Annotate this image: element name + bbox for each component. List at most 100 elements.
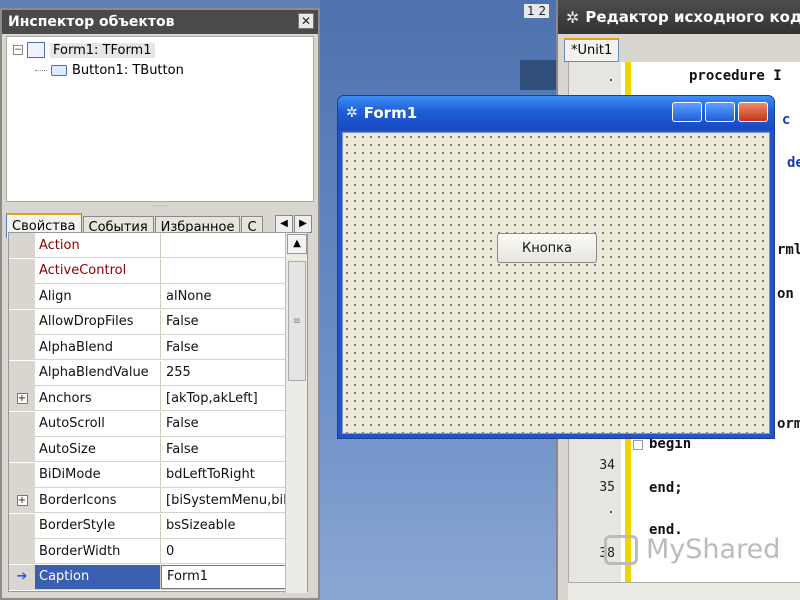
property-value[interactable]: False: [161, 437, 287, 461]
property-row[interactable]: AutoSize False: [9, 437, 287, 462]
code-line: on: [777, 286, 794, 302]
property-row[interactable]: BorderWidth 0: [9, 539, 287, 564]
tree-item-form1[interactable]: − Form1: TForm1: [13, 41, 155, 59]
button1[interactable]: Кнопка: [497, 233, 597, 263]
property-value[interactable]: False: [161, 412, 287, 436]
expand-icon[interactable]: +: [16, 494, 28, 506]
line-number: 34: [599, 458, 615, 473]
property-name: AlphaBlend: [35, 335, 161, 359]
watermark-logo-icon: [604, 534, 638, 565]
scroll-thumb[interactable]: ≡: [288, 261, 306, 381]
row-gutter: [9, 411, 35, 436]
row-gutter: +: [9, 386, 35, 410]
editor-titlebar[interactable]: ✲ Редактор исходного кода: [558, 0, 800, 34]
property-row[interactable]: Align alNone: [9, 284, 287, 309]
form-logo-icon: ✲: [346, 105, 358, 121]
fold-icon[interactable]: [633, 440, 643, 450]
tab-scroll-arrows: ◀ ▶: [274, 215, 312, 233]
code-line: orm: [777, 416, 800, 432]
editor-title: Редактор исходного кода: [585, 8, 800, 26]
property-value[interactable]: 255: [161, 361, 287, 385]
code-line: rml: [777, 242, 800, 258]
row-gutter: [9, 360, 35, 385]
editor-horizontal-scrollbar[interactable]: [568, 582, 800, 600]
property-value[interactable]: 0: [161, 539, 287, 563]
property-name: AutoScroll: [35, 411, 161, 436]
chevron-right-icon[interactable]: ▶: [294, 215, 312, 233]
property-name: AutoSize: [35, 437, 161, 461]
form1-titlebar[interactable]: ✲ Form1: [338, 96, 774, 130]
background-window-strip: [520, 60, 556, 90]
form-design-surface[interactable]: Кнопка: [342, 132, 770, 434]
expand-icon[interactable]: +: [16, 392, 28, 404]
row-gutter: [9, 462, 35, 487]
close-button[interactable]: [738, 102, 768, 122]
row-gutter: [9, 437, 35, 461]
form1-title: Form1: [363, 104, 418, 122]
tab-unit1[interactable]: *Unit1: [564, 38, 620, 62]
inspector-title: Инспектор объектов: [8, 14, 175, 30]
code-line: end;: [649, 480, 683, 496]
property-row[interactable]: AllowDropFiles False: [9, 309, 287, 335]
tree-item-label: Button1: TButton: [72, 62, 184, 78]
property-row[interactable]: AutoScroll False: [9, 411, 287, 437]
property-row[interactable]: AlphaBlend False: [9, 335, 287, 360]
property-name: Anchors: [35, 386, 161, 410]
property-name: AllowDropFiles: [35, 309, 161, 334]
property-row[interactable]: BorderStyle bsSizeable: [9, 513, 287, 539]
property-row[interactable]: + Anchors [akTop,akLeft]: [9, 386, 287, 411]
property-grid: Action ActiveControl Align alNone AllowDr…: [8, 232, 308, 593]
form-icon: [27, 42, 45, 58]
property-name: ActiveControl: [35, 258, 161, 283]
row-gutter: +: [9, 488, 35, 512]
collapse-icon[interactable]: −: [13, 45, 23, 55]
row-gutter: [9, 309, 35, 334]
minimize-button[interactable]: [672, 102, 702, 122]
app-logo-icon: ✲: [566, 8, 580, 27]
chevron-left-icon[interactable]: ◀: [275, 215, 293, 233]
property-row[interactable]: AlphaBlendValue 255: [9, 360, 287, 386]
property-value[interactable]: bsSizeable: [161, 514, 287, 538]
property-name: Action: [35, 233, 161, 257]
inspector-titlebar[interactable]: Инспектор объектов ✕: [2, 10, 318, 34]
caption-buttons: [669, 102, 768, 122]
property-value-input[interactable]: Form1: [161, 564, 287, 589]
property-value[interactable]: bdLeftToRight: [161, 463, 287, 487]
code-line: procedure I: [689, 68, 782, 84]
property-name: BorderIcons: [35, 488, 161, 512]
splitter-handle[interactable]: ······: [2, 203, 318, 212]
property-value[interactable]: [161, 233, 287, 257]
tree-item-label: Form1: TForm1: [50, 42, 155, 58]
line-number: .: [607, 70, 615, 85]
property-value[interactable]: [161, 259, 287, 283]
property-row[interactable]: + BorderIcons [biSystemMenu,biM: [9, 488, 287, 513]
line-number: 35: [599, 480, 615, 495]
watermark: MyShared: [604, 534, 780, 565]
property-value[interactable]: False: [161, 335, 287, 359]
current-row-arrow-icon: ➔: [16, 569, 28, 584]
chevron-up-icon[interactable]: ▲: [287, 234, 307, 254]
property-row-selected[interactable]: ➔ Caption Form1: [9, 564, 287, 590]
property-value[interactable]: [akTop,akLeft]: [161, 386, 287, 410]
property-name: BorderStyle: [35, 513, 161, 538]
row-gutter: [9, 539, 35, 563]
row-gutter: [9, 513, 35, 538]
property-name: BiDiMode: [35, 462, 161, 487]
property-value[interactable]: False: [161, 310, 287, 334]
form1-window: ✲ Form1 Кнопка: [337, 95, 775, 439]
close-icon[interactable]: ✕: [298, 13, 314, 29]
tree-item-button1[interactable]: Button1: TButton: [35, 61, 184, 79]
property-row[interactable]: BiDiMode bdLeftToRight: [9, 462, 287, 488]
editor-tabs: *Unit1: [558, 34, 800, 62]
property-row[interactable]: ActiveControl: [9, 258, 287, 284]
watermark-text: MyShared: [646, 534, 781, 565]
maximize-button[interactable]: [705, 102, 735, 122]
property-value[interactable]: [biSystemMenu,biM: [161, 488, 287, 512]
property-scrollbar[interactable]: ▲ ≡: [285, 233, 307, 593]
property-value[interactable]: alNone: [161, 284, 287, 308]
row-gutter: [9, 258, 35, 283]
tree-connector: [35, 69, 47, 71]
property-row[interactable]: Action: [9, 233, 287, 258]
row-gutter: [9, 233, 35, 257]
row-gutter: ➔: [9, 564, 35, 589]
